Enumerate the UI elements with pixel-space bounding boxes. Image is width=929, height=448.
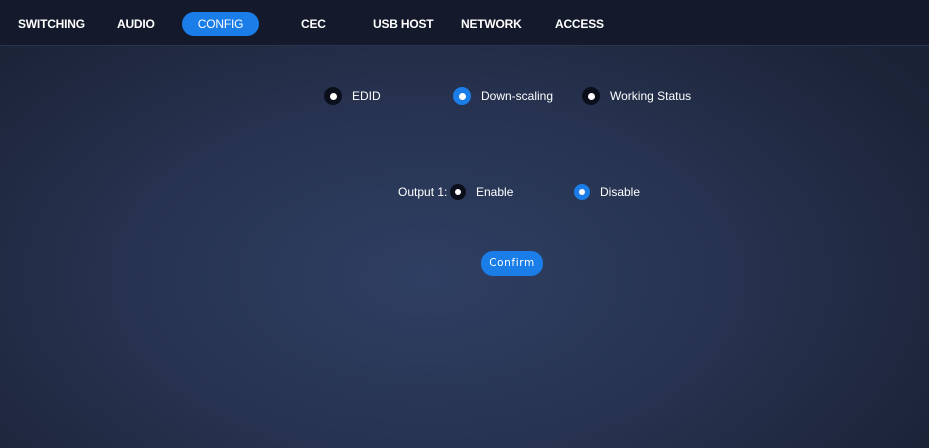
option-disable[interactable]: Disable — [574, 184, 640, 200]
radio-unchecked-icon — [324, 87, 342, 105]
option-enable-label: Enable — [476, 185, 514, 199]
subtab-down-scaling-label: Down-scaling — [481, 89, 554, 103]
output-1-label: Output 1: — [398, 185, 448, 199]
option-disable-label: Disable — [600, 185, 641, 199]
radio-unchecked-icon — [582, 87, 600, 105]
subtab-working-status[interactable]: Working Status — [582, 87, 691, 105]
tab-cec[interactable]: CEC — [301, 12, 326, 36]
subtab-working-status-label: Working Status — [610, 89, 692, 103]
subtab-edid-label: EDID — [352, 89, 381, 103]
subtab-down-scaling[interactable]: Down-scaling — [453, 87, 553, 105]
radio-unchecked-icon — [450, 184, 466, 200]
option-enable[interactable]: Enable — [450, 184, 513, 200]
tab-access[interactable]: ACCESS — [555, 12, 604, 36]
tab-network[interactable]: NETWORK — [461, 12, 522, 36]
confirm-button[interactable]: Confirm — [481, 251, 543, 276]
top-nav-bar: SWITCHING AUDIO CONFIG CEC USB HOST NETW… — [0, 0, 929, 46]
subtab-edid[interactable]: EDID — [324, 87, 381, 105]
tab-config[interactable]: CONFIG — [182, 12, 259, 36]
tab-usb-host[interactable]: USB HOST — [373, 12, 434, 36]
radio-checked-icon — [574, 184, 590, 200]
radio-checked-icon — [453, 87, 471, 105]
tab-audio[interactable]: AUDIO — [117, 12, 155, 36]
tab-switching[interactable]: SWITCHING — [18, 12, 85, 36]
